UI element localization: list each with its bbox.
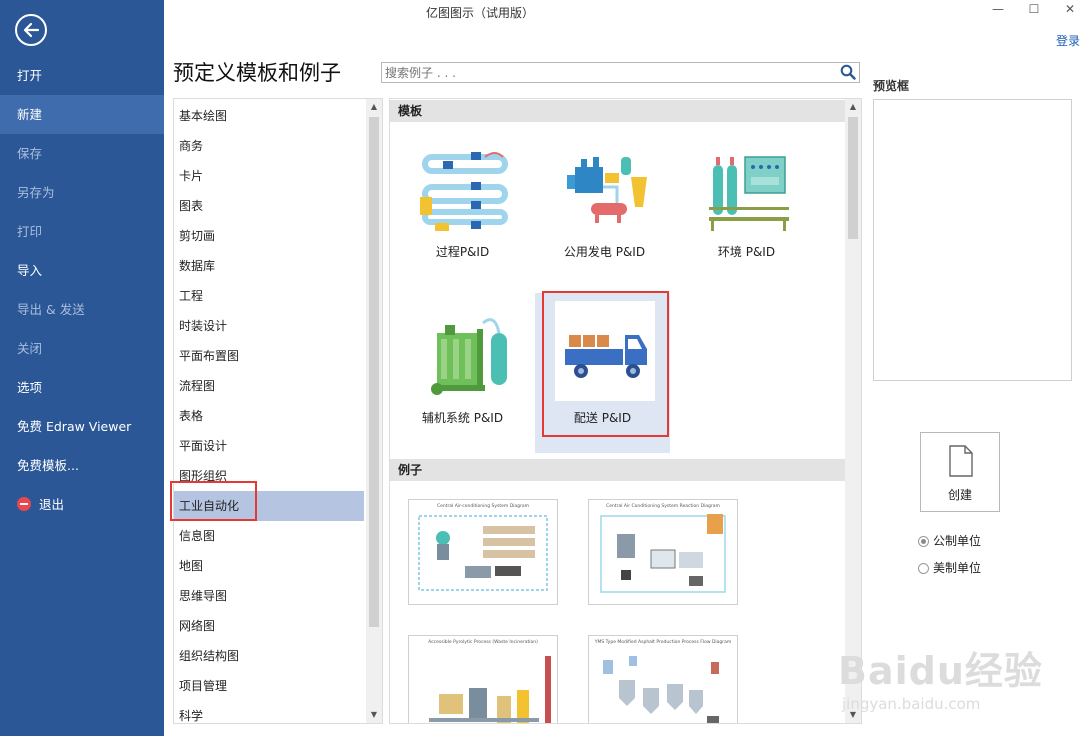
page-title: 预定义模板和例子 [173, 61, 341, 85]
scroll-down-icon[interactable]: ▼ [845, 707, 861, 723]
menu-export-send[interactable]: 导出 & 发送 [0, 290, 164, 329]
scroll-down-icon[interactable]: ▼ [366, 707, 382, 723]
category-item[interactable]: 流程图 [174, 371, 364, 401]
category-item[interactable]: 平面设计 [174, 431, 364, 461]
power-pid-thumbnail [557, 137, 657, 237]
scroll-up-icon[interactable]: ▲ [366, 99, 382, 115]
radio-icon[interactable] [918, 563, 929, 574]
category-item[interactable]: 网络图 [174, 611, 364, 641]
unit-metric-label: 公制单位 [933, 534, 982, 548]
category-item[interactable]: 图表 [174, 191, 364, 221]
preview-box [873, 99, 1072, 381]
template-label: 过程P&ID [435, 245, 490, 259]
category-item[interactable]: 平面布置图 [174, 341, 364, 371]
unit-us-option[interactable]: 美制单位 [918, 559, 981, 576]
templates-section-header: 模板 [390, 100, 845, 122]
templates-scrollbar[interactable]: ▲ ▼ [845, 99, 861, 723]
new-document-icon [949, 445, 973, 477]
menu-close[interactable]: 关闭 [0, 329, 164, 368]
menu-save-as[interactable]: 另存为 [0, 173, 164, 212]
category-item[interactable]: 表格 [174, 401, 364, 431]
example-title: Central Air-conditioning System Diagram [436, 504, 530, 509]
selected-category-highlight [170, 481, 257, 521]
example-diagram-icon [429, 656, 551, 723]
example-thumbnail[interactable]: Central Air Conditioning System Reaction… [588, 499, 738, 605]
template-process-pid[interactable]: 过程P&ID [395, 129, 530, 289]
example-thumbnail[interactable]: Central Air-conditioning System Diagram [408, 499, 558, 605]
login-link[interactable]: 登录 [1056, 32, 1080, 49]
example-title: YMS Type Modified Asphalt Production Pro… [594, 640, 732, 645]
watermark-main: Baidu经验 [838, 649, 1043, 693]
examples-section-header: 例子 [390, 459, 845, 481]
example-thumbnail[interactable]: YMS Type Modified Asphalt Production Pro… [588, 635, 738, 723]
category-item[interactable]: 科学 [174, 701, 364, 731]
category-item[interactable]: 卡片 [174, 161, 364, 191]
category-item[interactable]: 信息图 [174, 521, 364, 551]
back-arrow-icon[interactable] [15, 14, 47, 46]
example-diagram-icon [603, 656, 719, 723]
window-title: 亿图图示（试用版） [425, 6, 534, 20]
menu-print[interactable]: 打印 [0, 212, 164, 251]
close-button[interactable]: ✕ [1052, 0, 1088, 22]
radio-selected-icon[interactable] [918, 536, 929, 547]
watermark: Baidu经验 jingyan.baidu.com [838, 640, 1043, 713]
example-diagram-icon [600, 514, 726, 593]
template-auxiliary-pid[interactable]: 辅机系统 P&ID [395, 295, 530, 455]
category-item[interactable]: 基本绘图 [174, 101, 364, 131]
menu-exit-label: 退出 [39, 497, 65, 512]
minimize-button[interactable]: — [980, 0, 1016, 22]
create-label: 创建 [947, 488, 972, 502]
unit-us-label: 美制单位 [933, 561, 982, 575]
preview-label: 预览框 [873, 79, 910, 93]
example-thumbnail[interactable]: Accessible Pyrolytic Process (Waste Inci… [408, 635, 558, 723]
scroll-thumb[interactable] [848, 117, 858, 239]
maximize-button[interactable]: ☐ [1016, 0, 1052, 22]
template-power-pid[interactable]: 公用发电 P&ID [537, 129, 672, 289]
category-item[interactable]: 地图 [174, 551, 364, 581]
category-item[interactable]: 剪切画 [174, 221, 364, 251]
category-item[interactable]: 思维导图 [174, 581, 364, 611]
create-button[interactable]: 创建 [920, 432, 1000, 512]
scroll-up-icon[interactable]: ▲ [845, 99, 861, 115]
template-label: 辅机系统 P&ID [421, 411, 504, 425]
watermark-sub: jingyan.baidu.com [842, 695, 981, 713]
process-pid-thumbnail [415, 137, 515, 237]
environment-pid-thumbnail [699, 137, 799, 237]
category-item[interactable]: 时装设计 [174, 311, 364, 341]
search-input[interactable] [382, 63, 828, 82]
category-item[interactable]: 组织结构图 [174, 641, 364, 671]
example-title: Central Air Conditioning System Reaction… [606, 504, 720, 509]
category-list: 基本绘图 商务 卡片 图表 剪切画 数据库 工程 时装设计 平面布置图 流程图 … [173, 98, 383, 724]
backstage-sidebar: 打开 新建 保存 另存为 打印 导入 导出 & 发送 关闭 选项 免费 Edra… [0, 0, 164, 736]
menu-options[interactable]: 选项 [0, 368, 164, 407]
menu-free-templates[interactable]: 免费模板... [0, 446, 164, 485]
category-item[interactable]: 数据库 [174, 251, 364, 281]
category-item[interactable]: 工程 [174, 281, 364, 311]
search-icon[interactable] [840, 64, 856, 83]
menu-free-viewer[interactable]: 免费 Edraw Viewer [0, 407, 164, 446]
menu-import[interactable]: 导入 [0, 251, 164, 290]
auxiliary-pid-thumbnail [415, 303, 515, 403]
menu-exit[interactable]: 退出 [0, 485, 164, 524]
template-label: 环境 P&ID [717, 245, 776, 259]
menu-new[interactable]: 新建 [0, 95, 164, 134]
unit-metric-option[interactable]: 公制单位 [918, 532, 981, 549]
search-box [381, 62, 860, 83]
template-label: 公用发电 P&ID [563, 245, 646, 259]
example-title: Accessible Pyrolytic Process (Waste Inci… [428, 640, 538, 645]
example-diagram-icon [418, 515, 548, 591]
menu-save[interactable]: 保存 [0, 134, 164, 173]
selected-template-highlight [542, 291, 669, 437]
template-environment-pid[interactable]: 环境 P&ID [679, 129, 814, 289]
category-item[interactable]: 商务 [174, 131, 364, 161]
scroll-thumb[interactable] [369, 117, 379, 627]
category-scrollbar[interactable]: ▲ ▼ [366, 99, 382, 723]
exit-icon [17, 497, 31, 511]
category-item[interactable]: 项目管理 [174, 671, 364, 701]
menu-open[interactable]: 打开 [0, 56, 164, 95]
